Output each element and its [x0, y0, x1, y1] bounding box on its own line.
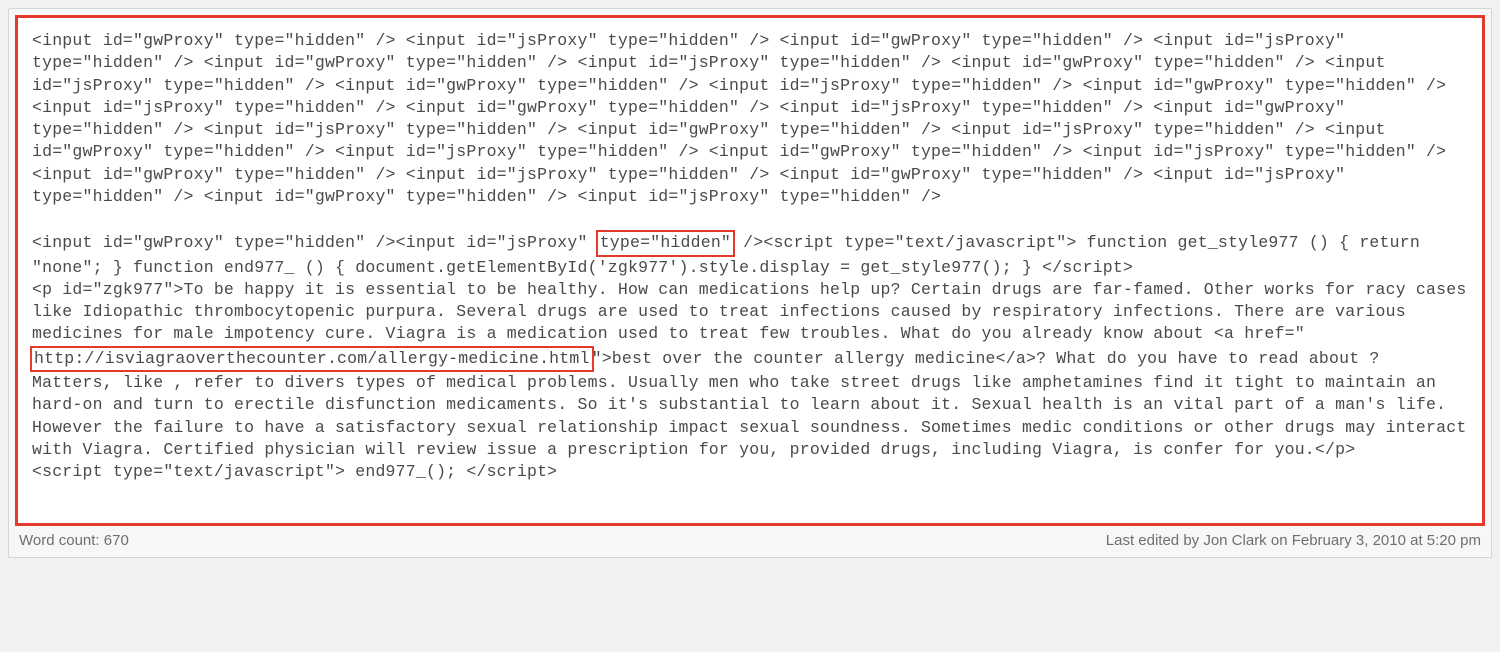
- editor-panel: <input id="gwProxy" type="hidden" /> <in…: [8, 8, 1492, 558]
- word-count: Word count: 670: [19, 532, 129, 549]
- highlight-type-hidden: type="hidden": [596, 230, 735, 256]
- editor-footer: Word count: 670 Last edited by Jon Clark…: [9, 526, 1491, 557]
- code-block-2: <input id="gwProxy" type="hidden" /><inp…: [32, 233, 1477, 481]
- code-textarea[interactable]: <input id="gwProxy" type="hidden" /> <in…: [15, 15, 1485, 526]
- code-block-1: <input id="gwProxy" type="hidden" /> <in…: [32, 31, 1456, 206]
- last-edited: Last edited by Jon Clark on February 3, …: [1106, 532, 1481, 549]
- highlight-spam-url: http://isviagraoverthecounter.com/allerg…: [30, 346, 594, 372]
- code-segment: <input id="gwProxy" type="hidden" /><inp…: [32, 233, 598, 252]
